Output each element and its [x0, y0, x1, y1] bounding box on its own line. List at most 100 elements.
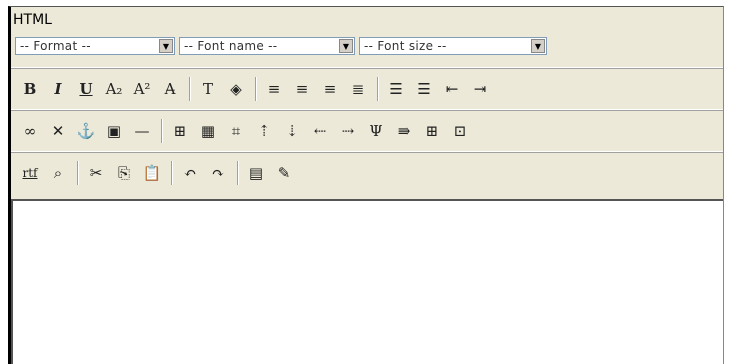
- chevron-down-icon: ▼: [531, 39, 545, 53]
- select-all-button[interactable]: ▤: [243, 160, 269, 186]
- insert-row-after-icon: ⇣: [285, 122, 299, 140]
- font-name-select-value: -- Font name --: [184, 39, 278, 53]
- unordered-list-button[interactable]: ☰: [383, 76, 409, 102]
- align-right-button[interactable]: ≡: [317, 76, 343, 102]
- horizontal-rule-button[interactable]: —: [129, 118, 155, 144]
- toolbar-divider: [11, 109, 723, 111]
- anchor-icon: ⚓: [76, 122, 96, 140]
- formatting-toolbar: B I U A₂ A² A̶ T ◈ ≡ ≡ ≡ ≣ ☰ ☰ ⇤ ⇥: [11, 71, 723, 107]
- toolbar-separator: [237, 161, 239, 185]
- font-size-select-value: -- Font size --: [364, 39, 447, 53]
- subscript-button[interactable]: A₂: [101, 76, 127, 102]
- paste-button[interactable]: 📋: [139, 160, 165, 186]
- copy-icon: ⎘: [117, 164, 130, 182]
- unordered-list-icon: ☰: [389, 80, 403, 98]
- redo-icon: ↷: [211, 164, 225, 182]
- remove-link-icon: ✕: [51, 122, 65, 140]
- superscript-button[interactable]: A²: [129, 76, 155, 102]
- edit-source-button[interactable]: ✎: [271, 160, 297, 186]
- strikethrough-icon: A̶: [164, 80, 176, 98]
- align-left-button[interactable]: ≡: [261, 76, 287, 102]
- toolbar-separator: [255, 77, 257, 101]
- text-color-button[interactable]: T: [195, 76, 221, 102]
- remove-link-button[interactable]: ✕: [45, 118, 71, 144]
- page: HTML -- Format -- ▼ -- Font name -- ▼ --…: [0, 0, 732, 364]
- insert-column-after-icon: ⇢: [341, 122, 355, 140]
- copy-button[interactable]: ⎘: [111, 160, 137, 186]
- align-left-icon: ≡: [267, 80, 281, 98]
- indent-icon: ⇥: [473, 80, 487, 98]
- insert-toolbar: ∞ ✕ ⚓ ▣ — ⊞ ▦ ⌗ ⇡ ⇣ ⇠ ⇢ Ψ ⇛ ⊞ ⊡: [11, 113, 723, 149]
- strikethrough-button[interactable]: A̶: [157, 76, 183, 102]
- paste-rtf-button[interactable]: rtf: [17, 160, 43, 186]
- cell-properties-button[interactable]: ⌗: [223, 118, 249, 144]
- format-select[interactable]: -- Format -- ▼: [15, 37, 175, 55]
- insert-table-icon: ⊞: [173, 122, 187, 140]
- editor-mode-label: HTML: [13, 12, 52, 28]
- horizontal-rule-icon: —: [134, 122, 150, 140]
- cut-button[interactable]: ✂: [83, 160, 109, 186]
- delete-row-button[interactable]: Ψ: [363, 118, 389, 144]
- find-button[interactable]: ⌕: [45, 160, 71, 186]
- insert-link-button[interactable]: ∞: [17, 118, 43, 144]
- anchor-button[interactable]: ⚓: [73, 118, 99, 144]
- insert-column-after-button[interactable]: ⇢: [335, 118, 361, 144]
- cell-properties-icon: ⌗: [231, 122, 241, 140]
- italic-button[interactable]: I: [45, 76, 71, 102]
- table-properties-icon: ▦: [200, 122, 216, 140]
- editor-content-area[interactable]: [11, 199, 723, 364]
- indent-button[interactable]: ⇥: [467, 76, 493, 102]
- font-size-select[interactable]: -- Font size -- ▼: [359, 37, 547, 55]
- insert-column-before-icon: ⇠: [313, 122, 327, 140]
- toolbar-divider: [11, 67, 723, 69]
- justify-icon: ≣: [351, 80, 365, 98]
- rich-text-editor: HTML -- Format -- ▼ -- Font name -- ▼ --…: [8, 6, 724, 364]
- merge-cells-button[interactable]: ⊡: [447, 118, 473, 144]
- font-name-select[interactable]: -- Font name -- ▼: [179, 37, 355, 55]
- ordered-list-icon: ☰: [417, 80, 431, 98]
- delete-column-icon: ⇛: [397, 122, 411, 140]
- insert-table-button[interactable]: ⊞: [167, 118, 193, 144]
- insert-column-before-button[interactable]: ⇠: [307, 118, 333, 144]
- insert-row-before-icon: ⇡: [257, 122, 271, 140]
- outdent-button[interactable]: ⇤: [439, 76, 465, 102]
- delete-column-button[interactable]: ⇛: [391, 118, 417, 144]
- split-cell-icon: ⊞: [425, 122, 439, 140]
- toolbar-separator: [161, 119, 163, 143]
- subscript-icon: A₂: [105, 80, 123, 98]
- undo-icon: ↶: [183, 164, 197, 182]
- select-all-icon: ▤: [248, 164, 264, 182]
- insert-image-button[interactable]: ▣: [101, 118, 127, 144]
- bold-icon: B: [23, 80, 37, 98]
- merge-cells-icon: ⊡: [453, 122, 467, 140]
- find-icon: ⌕: [53, 164, 63, 182]
- split-cell-button[interactable]: ⊞: [419, 118, 445, 144]
- paste-icon: 📋: [142, 164, 162, 182]
- insert-image-icon: ▣: [106, 122, 122, 140]
- insert-row-after-button[interactable]: ⇣: [279, 118, 305, 144]
- insert-link-icon: ∞: [23, 122, 37, 140]
- outdent-icon: ⇤: [445, 80, 459, 98]
- background-color-button[interactable]: ◈: [223, 76, 249, 102]
- edit-source-icon: ✎: [277, 164, 291, 182]
- cut-icon: ✂: [89, 164, 103, 182]
- align-right-icon: ≡: [323, 80, 337, 98]
- toolbar-separator: [77, 161, 79, 185]
- align-center-button[interactable]: ≡: [289, 76, 315, 102]
- bold-button[interactable]: B: [17, 76, 43, 102]
- undo-button[interactable]: ↶: [177, 160, 203, 186]
- redo-button[interactable]: ↷: [205, 160, 231, 186]
- edit-toolbar: rtf ⌕ ✂ ⎘ 📋 ↶ ↷ ▤ ✎: [11, 155, 723, 191]
- ordered-list-button[interactable]: ☰: [411, 76, 437, 102]
- toolbar-separator: [171, 161, 173, 185]
- justify-button[interactable]: ≣: [345, 76, 371, 102]
- insert-row-before-button[interactable]: ⇡: [251, 118, 277, 144]
- background-color-icon: ◈: [230, 80, 242, 98]
- underline-button[interactable]: U: [73, 76, 99, 102]
- table-properties-button[interactable]: ▦: [195, 118, 221, 144]
- align-center-icon: ≡: [295, 80, 309, 98]
- underline-icon: U: [79, 80, 93, 98]
- chevron-down-icon: ▼: [159, 39, 173, 53]
- italic-icon: I: [54, 80, 62, 98]
- delete-row-icon: Ψ: [369, 122, 383, 140]
